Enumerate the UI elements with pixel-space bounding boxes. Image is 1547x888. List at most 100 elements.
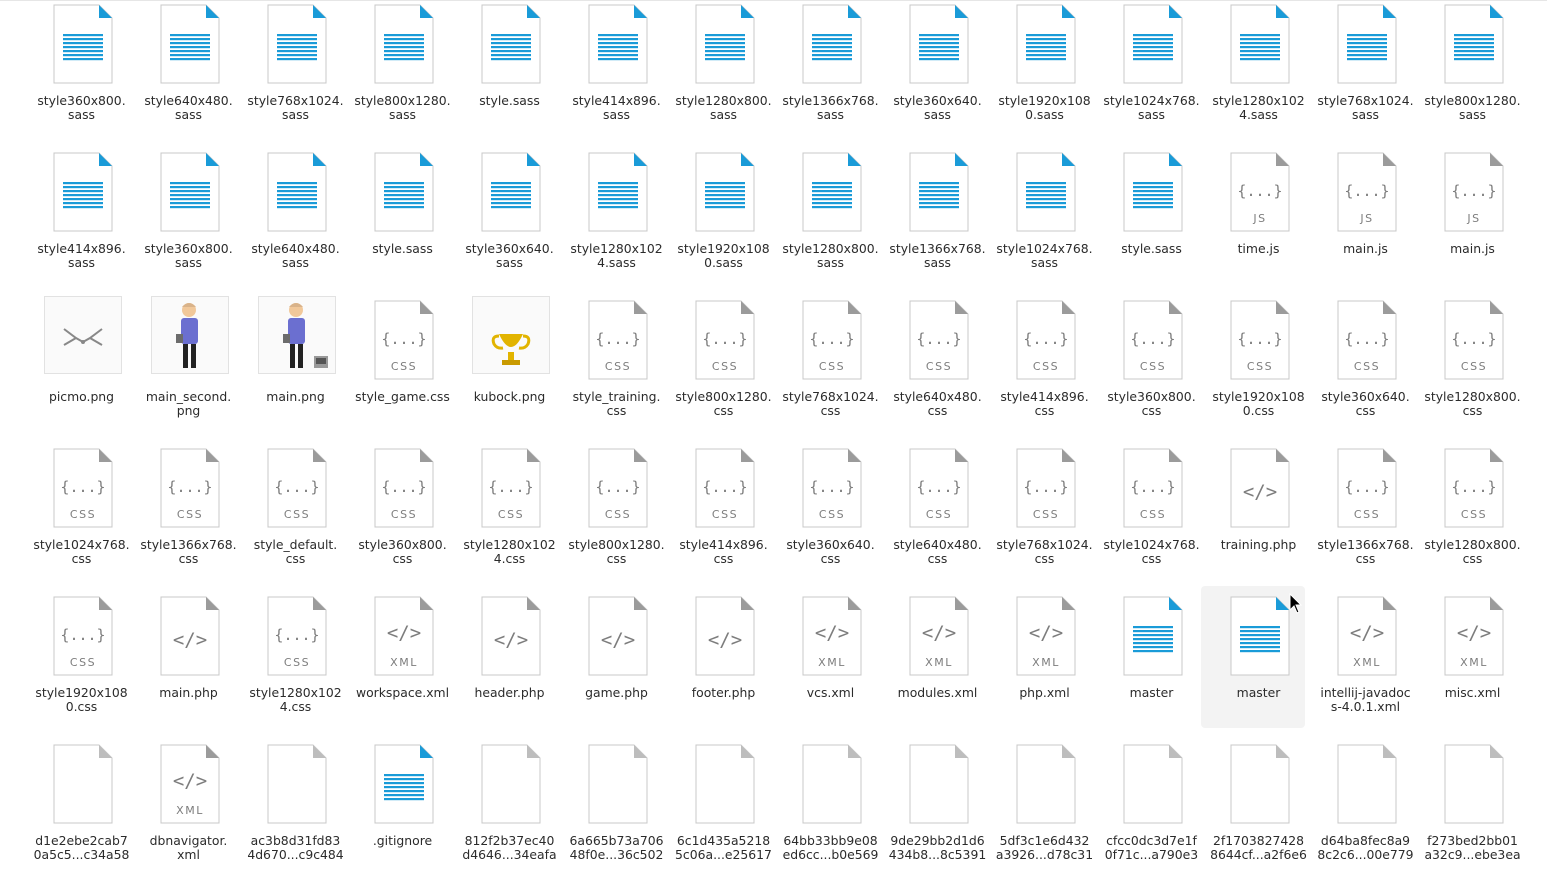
xml-file-icon: </> XML: [374, 596, 434, 676]
blank-file-icon: [1444, 744, 1504, 824]
text-file-icon: [374, 744, 434, 824]
file-item[interactable]: cfcc0dc3d7e1f 0f71c...a790e3: [1098, 740, 1205, 888]
file-item[interactable]: kubock.png: [456, 296, 563, 444]
file-item[interactable]: style1920x108 0.sass: [991, 0, 1098, 148]
text-file-icon: [695, 4, 755, 84]
file-name: style414x896. sass: [572, 93, 661, 122]
file-item[interactable]: master: [1098, 592, 1205, 740]
file-item[interactable]: {...} CSS style360x800. css: [349, 444, 456, 592]
file-item[interactable]: </> XML modules.xml: [884, 592, 991, 740]
file-item[interactable]: {...} CSS style1280x800. css: [1419, 296, 1526, 444]
file-item[interactable]: </> footer.php: [670, 592, 777, 740]
file-item[interactable]: f273bed2bb01 a32c9...ebe3ea: [1419, 740, 1526, 888]
file-item[interactable]: style1024x768. sass: [991, 148, 1098, 296]
file-item[interactable]: {...} CSS style640x480. css: [884, 296, 991, 444]
file-item[interactable]: </> header.php: [456, 592, 563, 740]
file-item[interactable]: style360x800. sass: [135, 148, 242, 296]
file-item[interactable]: {...} CSS style1366x768. css: [1312, 444, 1419, 592]
file-item[interactable]: {...} CSS style768x1024. css: [777, 296, 884, 444]
file-item[interactable]: style768x1024. sass: [242, 0, 349, 148]
file-item[interactable]: {...} CSS style414x896. css: [670, 444, 777, 592]
svg-text:{...}: {...}: [1344, 182, 1389, 200]
file-name: style1280x102 4.css: [249, 685, 342, 714]
blank-file-icon: [267, 744, 327, 824]
svg-text:JS: JS: [1466, 212, 1480, 225]
file-item[interactable]: {...} CSS style1024x768. css: [1098, 444, 1205, 592]
file-item[interactable]: style1280x102 4.sass: [563, 148, 670, 296]
file-item[interactable]: d64ba8fec8a9 8c2c6...00e779: [1312, 740, 1419, 888]
file-item[interactable]: {...} CSS style414x896. css: [991, 296, 1098, 444]
file-name: style_game.css: [355, 389, 450, 404]
file-item[interactable]: 6a665b73a706 48f0e...36c502: [563, 740, 670, 888]
file-item[interactable]: .gitignore: [349, 740, 456, 888]
file-item[interactable]: style1366x768. sass: [884, 148, 991, 296]
file-item[interactable]: </> main.php: [135, 592, 242, 740]
file-item[interactable]: {...} CSS style1920x108 0.css: [28, 592, 135, 740]
file-item[interactable]: style360x640. sass: [456, 148, 563, 296]
file-item[interactable]: </> XML dbnavigator. xml: [135, 740, 242, 888]
file-item[interactable]: style640x480. sass: [242, 148, 349, 296]
file-item[interactable]: style800x1280. sass: [1419, 0, 1526, 148]
file-item[interactable]: </> game.php: [563, 592, 670, 740]
file-item[interactable]: </> XML misc.xml: [1419, 592, 1526, 740]
file-item[interactable]: {...} CSS style1366x768. css: [135, 444, 242, 592]
file-item[interactable]: </> XML vcs.xml: [777, 592, 884, 740]
file-item[interactable]: ac3b8d31fd83 4d670...c9c484: [242, 740, 349, 888]
file-item[interactable]: style1920x108 0.sass: [670, 148, 777, 296]
file-item[interactable]: main.png: [242, 296, 349, 444]
file-item[interactable]: {...} CSS style360x800. css: [1098, 296, 1205, 444]
file-item[interactable]: 812f2b37ec40 d4646...34eafa: [456, 740, 563, 888]
file-item[interactable]: d1e2ebe2cab7 0a5c5...c34a58: [28, 740, 135, 888]
file-item[interactable]: style.sass: [456, 0, 563, 148]
text-file-icon: [802, 152, 862, 232]
file-item[interactable]: 5df3c1e6d432 a3926...d78c31: [991, 740, 1098, 888]
file-item[interactable]: </> XML intellij-javadoc s-4.0.1.xml: [1312, 592, 1419, 740]
file-name: game.php: [585, 685, 648, 700]
file-item[interactable]: style1280x800. sass: [777, 148, 884, 296]
file-name: 5df3c1e6d432 a3926...d78c31: [995, 833, 1094, 862]
file-item[interactable]: style.sass: [349, 148, 456, 296]
file-item[interactable]: {...} CSS style360x640. css: [777, 444, 884, 592]
file-item[interactable]: style640x480. sass: [135, 0, 242, 148]
file-item[interactable]: {...} CSS style1024x768. css: [28, 444, 135, 592]
file-item[interactable]: {...} CSS style768x1024. css: [991, 444, 1098, 592]
file-item[interactable]: {...} CSS style1920x108 0.css: [1205, 296, 1312, 444]
file-item[interactable]: {...} CSS style800x1280. css: [670, 296, 777, 444]
file-item[interactable]: {...} CSS style640x480. css: [884, 444, 991, 592]
image-thumbnail: [44, 296, 122, 374]
file-item[interactable]: </> XML php.xml: [991, 592, 1098, 740]
file-item[interactable]: {...} CSS style_default. css: [242, 444, 349, 592]
file-item[interactable]: style1366x768. sass: [777, 0, 884, 148]
file-item[interactable]: </> XML workspace.xml: [349, 592, 456, 740]
file-item[interactable]: {...} CSS style_game.css: [349, 296, 456, 444]
file-item[interactable]: style800x1280. sass: [349, 0, 456, 148]
file-item[interactable]: style1280x102 4.sass: [1205, 0, 1312, 148]
file-item[interactable]: {...} JS time.js: [1205, 148, 1312, 296]
file-item[interactable]: 6c1d435a5218 5c06a...e25617: [670, 740, 777, 888]
file-item[interactable]: picmo.png: [28, 296, 135, 444]
file-item[interactable]: 9de29bb2d1d6 434b8...8c5391: [884, 740, 991, 888]
file-item[interactable]: style360x800. sass: [28, 0, 135, 148]
file-item[interactable]: main_second. png: [135, 296, 242, 444]
file-item[interactable]: {...} JS main.js: [1312, 148, 1419, 296]
file-item[interactable]: 64bb33bb9e08 ed6cc...b0e569: [777, 740, 884, 888]
file-item[interactable]: style1024x768. sass: [1098, 0, 1205, 148]
file-item[interactable]: {...} CSS style1280x102 4.css: [456, 444, 563, 592]
file-item[interactable]: style414x896. sass: [28, 148, 135, 296]
file-item[interactable]: {...} JS main.js: [1419, 148, 1526, 296]
file-item[interactable]: {...} CSS style1280x800. css: [1419, 444, 1526, 592]
file-item[interactable]: 2f1703827428 8644cf...a2f6e6: [1205, 740, 1312, 888]
svg-text:</>: </>: [1243, 481, 1277, 503]
file-item[interactable]: {...} CSS style360x640. css: [1312, 296, 1419, 444]
file-item[interactable]: style360x640. sass: [884, 0, 991, 148]
file-item[interactable]: {...} CSS style800x1280. css: [563, 444, 670, 592]
file-item[interactable]: style768x1024. sass: [1312, 0, 1419, 148]
file-item[interactable]: style.sass: [1098, 148, 1205, 296]
file-item[interactable]: </> training.php: [1205, 444, 1312, 592]
file-item[interactable]: style1280x800. sass: [670, 0, 777, 148]
file-item[interactable]: style414x896. sass: [563, 0, 670, 148]
file-name: style1280x102 4.sass: [1212, 93, 1305, 122]
file-item[interactable]: {...} CSS style1280x102 4.css: [242, 592, 349, 740]
svg-text:{...}: {...}: [809, 478, 854, 496]
file-item[interactable]: {...} CSS style_training. css: [563, 296, 670, 444]
